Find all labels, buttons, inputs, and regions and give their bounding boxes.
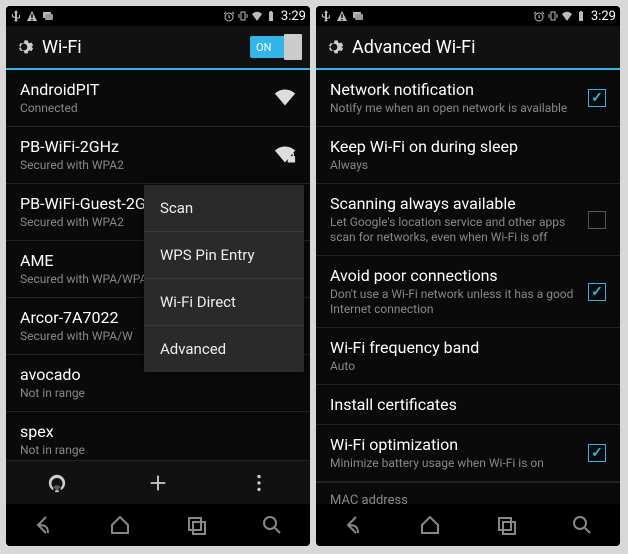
status-clock: 3:29 xyxy=(591,9,616,24)
gear-icon[interactable] xyxy=(324,37,344,57)
messages-icon xyxy=(352,10,364,22)
setting-title: Keep Wi-Fi on during sleep xyxy=(330,137,606,156)
warning-icon xyxy=(26,10,38,22)
battery-icon xyxy=(265,10,277,22)
action-bar: Advanced Wi-Fi xyxy=(316,26,620,70)
setting-scanning-always[interactable]: Scanning always available Let Google's l… xyxy=(316,184,620,256)
advanced-settings-list: Network notification Notify me when an o… xyxy=(316,70,620,504)
nav-search-button[interactable] xyxy=(562,513,602,537)
setting-avoid-poor[interactable]: Avoid poor connections Don't use a Wi-Fi… xyxy=(316,256,620,328)
setting-sub: Don't use a Wi-Fi network unless it has … xyxy=(330,287,578,317)
nav-recent-button[interactable] xyxy=(176,513,216,537)
wifi-status: Not in range xyxy=(20,386,296,401)
menu-wifi-direct[interactable]: Wi-Fi Direct xyxy=(144,278,304,325)
nav-recent-button[interactable] xyxy=(486,513,526,537)
setting-wifi-optimization[interactable]: Wi-Fi optimization Minimize battery usag… xyxy=(316,425,620,482)
setting-title: Install certificates xyxy=(330,395,606,414)
alarm-icon xyxy=(533,10,545,22)
wifi-toggle[interactable]: ON xyxy=(250,36,302,58)
setting-frequency-band[interactable]: Wi-Fi frequency band Auto xyxy=(316,328,620,385)
status-bar: 3:29 xyxy=(316,6,620,26)
wifi-signal-icon xyxy=(274,89,296,107)
phone-right: 3:29 Advanced Wi-Fi Network notification… xyxy=(316,6,620,546)
page-title: Advanced Wi-Fi xyxy=(352,37,612,58)
overflow-menu: Scan WPS Pin Entry Wi-Fi Direct Advanced xyxy=(144,185,304,372)
page-title: Wi-Fi xyxy=(42,37,242,58)
toggle-label: ON xyxy=(256,41,271,54)
status-bar: 3:29 xyxy=(6,6,310,26)
wifi-network-list: AndroidPIT Connected PB-WiFi-2GHz Secure… xyxy=(6,70,310,460)
setting-sub: Always xyxy=(330,158,606,173)
checkbox-icon[interactable] xyxy=(588,89,606,107)
nav-bar xyxy=(316,504,620,546)
nav-back-button[interactable] xyxy=(334,513,374,537)
action-bar: Wi-Fi ON xyxy=(6,26,310,70)
battery-icon xyxy=(575,10,587,22)
wifi-status-icon xyxy=(251,10,263,22)
split-action-bar xyxy=(6,460,310,504)
setting-sub: Auto xyxy=(330,359,606,374)
section-mac-address: MAC address xyxy=(316,482,620,504)
wifi-network-item[interactable]: spex Not in range xyxy=(6,412,310,460)
overflow-button[interactable] xyxy=(209,461,309,504)
vibrate-icon xyxy=(547,10,559,22)
wifi-status: Not in range xyxy=(20,443,296,458)
status-clock: 3:29 xyxy=(281,9,306,24)
checkbox-icon[interactable] xyxy=(588,211,606,229)
setting-install-certificates[interactable]: Install certificates xyxy=(316,385,620,425)
messages-icon xyxy=(42,10,54,22)
vibrate-icon xyxy=(237,10,249,22)
setting-title: Scanning always available xyxy=(330,194,578,213)
wifi-status: Secured with WPA2 xyxy=(20,158,264,173)
setting-sub: Let Google's location service and other … xyxy=(330,215,578,245)
wifi-ssid: AndroidPIT xyxy=(20,80,264,99)
setting-title: Network notification xyxy=(330,80,578,99)
setting-title: Wi-Fi frequency band xyxy=(330,338,606,357)
wifi-ssid: PB-WiFi-2GHz xyxy=(20,137,264,156)
setting-network-notification[interactable]: Network notification Notify me when an o… xyxy=(316,70,620,127)
usb-icon xyxy=(320,10,332,22)
alarm-icon xyxy=(223,10,235,22)
wifi-ssid: spex xyxy=(20,422,296,441)
wifi-network-item[interactable]: PB-WiFi-2GHz Secured with WPA2 xyxy=(6,127,310,184)
setting-title: Avoid poor connections xyxy=(330,266,578,285)
nav-search-button[interactable] xyxy=(252,513,292,537)
wifi-status-icon xyxy=(561,10,573,22)
gear-icon[interactable] xyxy=(14,37,34,57)
wps-push-button[interactable] xyxy=(7,461,107,504)
nav-home-button[interactable] xyxy=(410,513,450,537)
usb-icon xyxy=(10,10,22,22)
menu-advanced[interactable]: Advanced xyxy=(144,325,304,372)
nav-bar xyxy=(6,504,310,546)
menu-wps-pin[interactable]: WPS Pin Entry xyxy=(144,231,304,278)
warning-icon xyxy=(336,10,348,22)
phone-left: 3:29 Wi-Fi ON AndroidPIT Connected xyxy=(6,6,310,546)
nav-home-button[interactable] xyxy=(100,513,140,537)
setting-sleep-policy[interactable]: Keep Wi-Fi on during sleep Always xyxy=(316,127,620,184)
wifi-network-item[interactable]: AndroidPIT Connected xyxy=(6,70,310,127)
setting-sub: Notify me when an open network is availa… xyxy=(330,101,578,116)
wifi-status: Connected xyxy=(20,101,264,116)
menu-scan[interactable]: Scan xyxy=(144,185,304,231)
checkbox-icon[interactable] xyxy=(588,283,606,301)
checkbox-icon[interactable] xyxy=(588,444,606,462)
add-network-button[interactable] xyxy=(108,461,208,504)
nav-back-button[interactable] xyxy=(24,513,64,537)
wifi-signal-lock-icon xyxy=(274,146,296,164)
setting-title: Wi-Fi optimization xyxy=(330,435,578,454)
setting-sub: Minimize battery usage when Wi-Fi is on xyxy=(330,456,578,471)
